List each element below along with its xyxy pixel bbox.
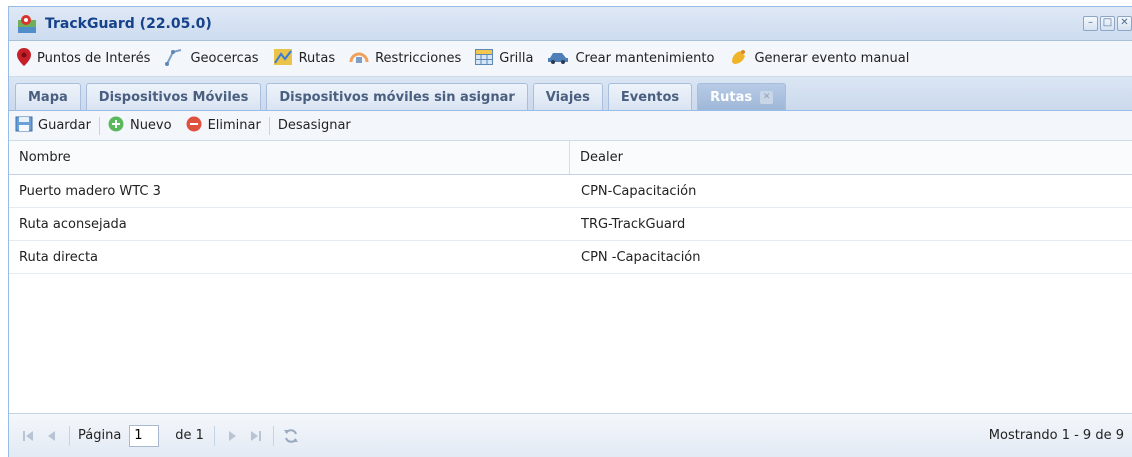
page-label: Página (78, 428, 122, 443)
table-row[interactable]: Ruta aconsejada TRG-TrackGuard (9, 208, 1132, 241)
unassign-button[interactable]: Desasignar (278, 118, 351, 133)
paging-toolbar: Página de 1 Mostrando 1 - 9 de 9 (9, 413, 1132, 457)
page-number-input[interactable] (129, 424, 160, 447)
page-count-label: de 1 (175, 428, 204, 443)
main-toolbar: Puntos de Interés Geocercas Rutas Restri… (9, 41, 1132, 77)
generate-manual-event-button[interactable]: Generar evento manual (728, 48, 909, 70)
save-button[interactable]: Guardar (15, 116, 91, 136)
cell-dealer: CPN-Capacitación (581, 183, 697, 199)
delete-button[interactable]: Eliminar (186, 116, 261, 136)
last-page-icon[interactable] (247, 427, 265, 445)
tab-dispositivos-moviles[interactable]: Dispositivos Móviles (85, 83, 262, 110)
restriction-icon (349, 48, 369, 70)
minimize-icon[interactable]: – (1083, 16, 1098, 31)
create-maintenance-button[interactable]: Crear mantenimiento (547, 50, 714, 68)
cell-dealer: CPN -Capacitación (581, 249, 701, 265)
cell-nombre: Ruta directa (19, 249, 99, 265)
geofences-button[interactable]: Geocercas (164, 48, 259, 70)
route-map-icon (273, 48, 293, 70)
bell-icon (728, 48, 748, 70)
cell-nombre: Puerto madero WTC 3 (19, 183, 161, 199)
table-row[interactable]: Puerto madero WTC 3 CPN-Capacitación (9, 175, 1132, 208)
column-header-nombre[interactable]: Nombre (9, 141, 570, 174)
tab-eventos[interactable]: Eventos (607, 83, 693, 110)
title-bar: TrackGuard (22.05.0) – □ ✕ (9, 7, 1132, 41)
new-button[interactable]: Nuevo (108, 116, 172, 136)
geofence-icon (164, 48, 184, 70)
remove-icon (186, 116, 202, 136)
tab-rutas-label: Rutas (710, 89, 753, 105)
restrictions-button[interactable]: Restricciones (349, 48, 461, 70)
app-window: TrackGuard (22.05.0) – □ ✕ Puntos de Int… (8, 6, 1132, 457)
app-logo-icon (17, 14, 37, 34)
column-header-dealer[interactable]: Dealer (570, 141, 1132, 174)
pager-separator (272, 425, 274, 446)
tab-bar: Mapa Dispositivos Móviles Dispositivos m… (9, 77, 1132, 111)
table-row[interactable]: Ruta directa CPN -Capacitación (9, 241, 1132, 274)
tab-dispositivos-sin-asignar[interactable]: Dispositivos móviles sin asignar (266, 83, 528, 110)
cell-dealer: TRG-TrackGuard (581, 216, 686, 232)
grid-body: Puerto madero WTC 3 CPN-Capacitación Rut… (9, 175, 1132, 371)
grid-button[interactable]: Grilla (475, 48, 533, 69)
paging-status: Mostrando 1 - 9 de 9 (988, 428, 1124, 443)
save-icon (15, 116, 33, 136)
routes-button[interactable]: Rutas (273, 48, 335, 70)
tab-close-icon[interactable]: ✕ (760, 90, 774, 104)
grid-icon (475, 48, 494, 69)
tab-viajes[interactable]: Viajes (532, 83, 603, 110)
cell-nombre: Ruta aconsejada (19, 216, 127, 232)
refresh-icon[interactable] (282, 427, 300, 445)
next-page-icon[interactable] (223, 427, 241, 445)
add-icon (108, 116, 124, 136)
tab-mapa[interactable]: Mapa (15, 83, 81, 110)
pager-separator (213, 425, 215, 446)
window-controls: – □ ✕ (1083, 16, 1132, 31)
maximize-icon[interactable]: □ (1100, 16, 1115, 31)
grid-header: Nombre Dealer (9, 141, 1132, 175)
tab-rutas[interactable]: Rutas ✕ (697, 83, 787, 110)
points-of-interest-button[interactable]: Puntos de Interés (17, 47, 150, 70)
pager-separator (69, 425, 70, 446)
actions-toolbar: Guardar Nuevo Eliminar Desasignar (9, 111, 1132, 141)
previous-page-icon[interactable] (43, 427, 61, 445)
toolbar-separator (268, 116, 270, 135)
car-icon (547, 50, 569, 68)
window-title: TrackGuard (22.05.0) (45, 15, 212, 32)
close-icon[interactable]: ✕ (1117, 16, 1132, 31)
map-pin-icon (17, 47, 31, 70)
first-page-icon[interactable] (19, 427, 37, 445)
toolbar-separator (98, 116, 100, 135)
